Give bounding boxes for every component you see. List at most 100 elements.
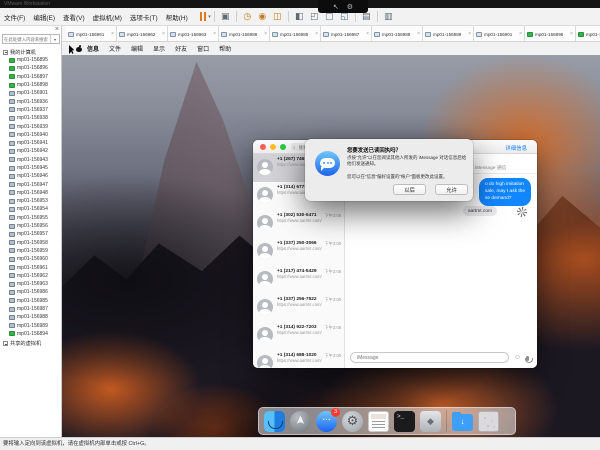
sidebar-vm-item[interactable]: mp01-156945 — [0, 164, 62, 172]
gear-icon[interactable]: ⚙ — [347, 3, 353, 11]
sidebar-vm-item[interactable]: mp01-156958 — [0, 239, 62, 247]
allow-button[interactable]: 允许 — [435, 184, 468, 195]
vm-tab[interactable]: mp01-156985× — [270, 26, 321, 42]
menu-虚拟机(M)[interactable]: 虚拟机(M) — [89, 12, 126, 22]
vm-tab[interactable]: mp01-156989× — [423, 26, 474, 42]
sidebar-vm-item[interactable]: mp01-156936 — [0, 97, 62, 105]
send-ctrl-alt-del-icon[interactable]: ▣ — [219, 10, 232, 23]
microphone-icon[interactable] — [526, 356, 529, 361]
menu-帮助(H)[interactable]: 帮助(H) — [162, 12, 192, 22]
sidebar-vm-item[interactable]: mp01-156947 — [0, 180, 62, 188]
sidebar-vm-item[interactable]: mp01-156943 — [0, 156, 62, 164]
menu-查看(V)[interactable]: 查看(V) — [59, 12, 89, 22]
conversation-row[interactable]: 下午3:08+1 (217) 474-5429https://www.aartm… — [253, 266, 344, 294]
emoji-icon[interactable]: ☺ — [514, 354, 521, 361]
mac-menu-编辑[interactable]: 编辑 — [126, 44, 148, 53]
sidebar-vm-item[interactable]: mp01-156963 — [0, 280, 62, 288]
sidebar-vm-item[interactable]: mp01-156988 — [0, 313, 62, 321]
sidebar-vm-item[interactable]: mp01-156961 — [0, 263, 62, 271]
tab-close-icon[interactable]: × — [570, 31, 573, 37]
menu-选项卡(T)[interactable]: 选项卡(T) — [126, 12, 162, 22]
conversation-row[interactable]: 下午3:08+1 (302) 530-5471https://www.aartm… — [253, 210, 344, 238]
close-icon[interactable]: × — [55, 26, 59, 34]
minimize-traffic-light[interactable] — [270, 144, 276, 150]
revert-snapshot-icon[interactable]: ◷ — [241, 10, 254, 23]
sidebar-vm-item[interactable]: mp01-156946 — [0, 172, 62, 180]
chevron-down-icon[interactable]: ▾ — [50, 35, 59, 43]
finder-icon[interactable] — [264, 411, 285, 432]
conversation-row[interactable]: 下午3:08+1 (314) 688-1020https://www.aartm… — [253, 350, 344, 368]
link-message-bubble[interactable]: aartmt.com — [463, 206, 497, 216]
messages-icon[interactable]: 3 — [316, 411, 337, 432]
mac-menu-窗口[interactable]: 窗口 — [192, 44, 214, 53]
fullscreen-icon[interactable]: ▥ — [382, 10, 395, 23]
vm-tab[interactable]: mp01-156961× — [66, 26, 117, 42]
later-button[interactable]: 以后 — [393, 184, 426, 195]
sidebar-vm-item[interactable]: mp01-156985 — [0, 297, 62, 305]
sidebar-vm-item[interactable]: mp01-156901 — [0, 89, 62, 97]
sidebar-vm-item[interactable]: mp01-156941 — [0, 139, 62, 147]
window-titlebar[interactable]: VMware Workstation — [0, 0, 600, 8]
close-traffic-light[interactable] — [260, 144, 266, 150]
launchpad-icon[interactable] — [290, 411, 311, 432]
pointer-icon[interactable]: ↖ — [333, 3, 339, 11]
vm-tab[interactable]: mp01-156987× — [321, 26, 372, 42]
downloads-folder-icon[interactable] — [452, 414, 473, 431]
screen-overlay-widget[interactable]: ↖⚙ — [318, 0, 368, 13]
library-search-input[interactable] — [3, 37, 50, 42]
details-button[interactable]: 详细信息 — [505, 144, 527, 152]
menu-文件(F)[interactable]: 文件(F) — [0, 12, 29, 22]
sidebar-vm-item[interactable]: mp01-156962 — [0, 272, 62, 280]
tab-close-icon[interactable]: × — [111, 31, 114, 37]
sidebar-vm-item[interactable]: mp01-156939 — [0, 122, 62, 130]
sidebar-vm-item[interactable]: mp01-156937 — [0, 106, 62, 114]
sidebar-vm-item[interactable]: mp01-156896 — [0, 64, 62, 72]
terminal-icon[interactable] — [394, 411, 415, 432]
tab-close-icon[interactable]: × — [213, 31, 216, 37]
vm-tab[interactable]: mp01-156963× — [168, 26, 219, 42]
mac-menu-信息[interactable]: 信息 — [82, 44, 104, 53]
show-library-icon[interactable]: ◧ — [293, 10, 306, 23]
tree-root-my-computer[interactable]: 我的计算机 — [0, 48, 62, 56]
system-preferences-icon[interactable]: ⚙ — [342, 411, 363, 432]
sidebar-vm-item[interactable]: mp01-156942 — [0, 147, 62, 155]
textedit-icon[interactable] — [368, 411, 389, 432]
message-input[interactable] — [355, 354, 504, 362]
tab-close-icon[interactable]: × — [366, 31, 369, 37]
tab-close-icon[interactable]: × — [468, 31, 471, 37]
sidebar-vm-item[interactable]: mp01-156957 — [0, 230, 62, 238]
sidebar-vm-item[interactable]: mp01-156956 — [0, 222, 62, 230]
sidebar-vm-item[interactable]: mp01-156954 — [0, 205, 62, 213]
zoom-traffic-light[interactable] — [280, 144, 286, 150]
conversation-row[interactable]: 下午3:08+1 (337) 256-7522https://www.aartm… — [253, 294, 344, 322]
conversation-row[interactable]: 下午3:08+1 (337) 250-3066https://www.aartm… — [253, 238, 344, 266]
sidebar-vm-item[interactable]: mp01-156959 — [0, 247, 62, 255]
vm-tab[interactable]: mp01-156901× — [474, 26, 525, 42]
installer-icon[interactable]: ◆ — [420, 411, 441, 432]
tab-close-icon[interactable]: × — [264, 31, 267, 37]
sidebar-vm-item[interactable]: mp01-156898 — [0, 81, 62, 89]
sidebar-vm-item[interactable]: mp01-156897 — [0, 73, 62, 81]
sidebar-vm-item[interactable]: mp01-156989 — [0, 322, 62, 330]
tab-close-icon[interactable]: × — [417, 31, 420, 37]
mac-menu-文件[interactable]: 文件 — [104, 44, 126, 53]
vm-tab[interactable]: mp01-156988× — [372, 26, 423, 42]
mac-menu-好友[interactable]: 好友 — [170, 44, 192, 53]
snapshot-manager-icon[interactable]: ◫ — [271, 10, 284, 23]
sidebar-vm-item[interactable]: mp01-156960 — [0, 255, 62, 263]
vm-tab[interactable]: mp01-1568× — [576, 26, 600, 42]
vm-tab[interactable]: mp01-156962× — [117, 26, 168, 42]
tree-shared-vms[interactable]: 共享的虚拟机 — [0, 338, 62, 347]
sidebar-vm-item[interactable]: mp01-156955 — [0, 214, 62, 222]
take-snapshot-icon[interactable]: ◉ — [256, 10, 269, 23]
sidebar-vm-item[interactable]: mp01-156948 — [0, 189, 62, 197]
tab-close-icon[interactable]: × — [315, 31, 318, 37]
conversation-row[interactable]: 下午3:08+1 (314) 922-7203https://www.aartm… — [253, 322, 344, 350]
apple-menu-icon[interactable] — [76, 45, 82, 52]
sidebar-vm-item[interactable]: mp01-156940 — [0, 131, 62, 139]
collapse-icon[interactable] — [3, 50, 8, 55]
tab-close-icon[interactable]: × — [519, 31, 522, 37]
pause-button[interactable]: ▾ — [200, 12, 211, 21]
sidebar-vm-item[interactable]: mp01-156987 — [0, 305, 62, 313]
tab-close-icon[interactable]: × — [162, 31, 165, 37]
